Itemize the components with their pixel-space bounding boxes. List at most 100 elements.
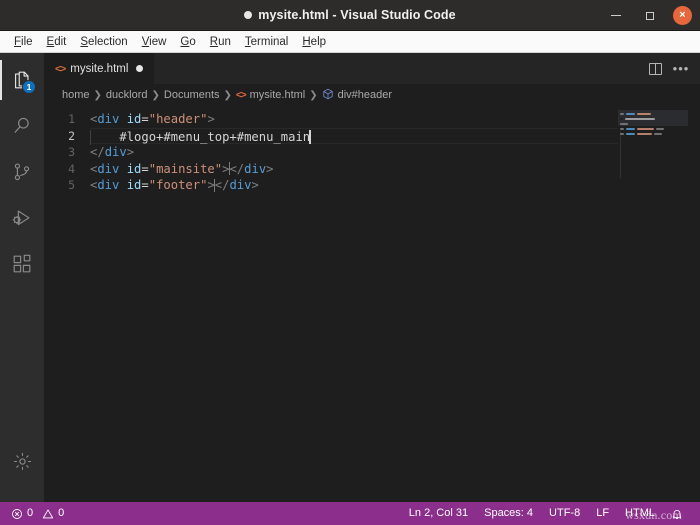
sidebar-item-source-control[interactable]: [0, 149, 44, 195]
minimap-segment: [626, 132, 635, 135]
code-token: div: [244, 161, 267, 176]
menu-go[interactable]: Go: [173, 34, 202, 50]
status-editor-position[interactable]: Ln 2, Col 31: [401, 502, 476, 525]
workbench-body: 1 <> mysite.html ••• home ❯ ducklord ❯ D…: [0, 53, 700, 502]
breadcrumb-label: div#header: [337, 89, 393, 101]
manage-settings-button[interactable]: [0, 438, 44, 484]
editor-tabs-bar: <> mysite.html •••: [44, 53, 700, 84]
breadcrumb-item-mysite-html[interactable]: <> mysite.html: [236, 89, 305, 101]
minimap-segment: [620, 117, 623, 120]
status-notifications[interactable]: [663, 502, 691, 525]
menu-view[interactable]: View: [135, 34, 174, 50]
breadcrumb-item-home[interactable]: home: [62, 89, 90, 101]
code-line[interactable]: <div id="mainsite"></div>: [90, 161, 700, 178]
sidebar-item-search[interactable]: [0, 103, 44, 149]
status-editor-eol[interactable]: LF: [588, 502, 617, 525]
code-token: div: [97, 178, 120, 192]
error-icon: [11, 508, 23, 520]
text-cursor: [309, 129, 311, 144]
code-token: div: [97, 161, 120, 176]
line-number: 4: [68, 161, 75, 176]
minimap-segment: [620, 132, 624, 135]
minimap-line: [618, 131, 688, 136]
menu-selection[interactable]: Selection: [73, 34, 134, 50]
code-line[interactable]: <div id="header">: [90, 111, 700, 128]
window-controls: ×: [605, 0, 692, 31]
code-line[interactable]: <div id="footer"></div>: [90, 177, 700, 194]
indent-guide: [90, 129, 91, 145]
breadcrumb-label: mysite.html: [249, 89, 306, 101]
search-icon: [14, 117, 29, 133]
tab-unsaved-dot[interactable]: [136, 65, 144, 72]
sidebar-item-explorer[interactable]: 1: [0, 57, 44, 103]
minimap-segment: [620, 127, 624, 130]
symbol-module-icon: [322, 88, 334, 103]
sidebar-item-extensions[interactable]: [0, 241, 44, 287]
minimap-segment: [625, 117, 655, 120]
line-number: 1: [68, 112, 75, 126]
menu-help-label: elp: [310, 35, 327, 48]
status-problems[interactable]: 0 0: [9, 502, 71, 525]
run-debug-icon: [12, 210, 30, 226]
breadcrumb-label: ducklord: [105, 89, 148, 101]
html-file-icon: <>: [235, 89, 247, 101]
minimap-indent-guide: [620, 132, 621, 178]
line-number: 3: [68, 145, 75, 159]
gear-icon: [13, 452, 31, 470]
status-editor-language[interactable]: HTML: [617, 502, 663, 525]
close-button[interactable]: ×: [673, 6, 692, 25]
menu-file-label: ile: [21, 35, 33, 48]
code-token: >: [207, 112, 215, 126]
menu-edit[interactable]: Edit: [40, 34, 74, 50]
code-token: >: [266, 161, 274, 176]
breadcrumb-separator-icon: ❯: [223, 89, 232, 101]
maximize-button[interactable]: [639, 5, 661, 27]
warning-count: 0: [58, 507, 65, 519]
minimap-segment: [626, 127, 635, 130]
menu-go-label: o: [189, 35, 196, 48]
editor-scrollbar[interactable]: [688, 106, 700, 502]
tab-mysite-html[interactable]: <> mysite.html: [44, 53, 156, 84]
status-editor-encoding[interactable]: UTF-8: [541, 502, 588, 525]
code-token: id: [126, 178, 142, 192]
status-bar-left: 0 0: [9, 502, 71, 525]
code-line[interactable]: </div>: [90, 144, 700, 161]
menu-file-mnemonic: F: [14, 35, 22, 48]
menu-edit-label: dit: [54, 35, 67, 48]
minimize-button[interactable]: [605, 5, 627, 27]
editor-group: <> mysite.html ••• home ❯ ducklord ❯ Doc…: [44, 53, 700, 502]
breadcrumb-item-documents[interactable]: Documents: [164, 89, 220, 101]
menu-run[interactable]: Run: [203, 34, 238, 50]
code-line[interactable]: #logo+#menu_top+#menu_main: [90, 127, 700, 145]
menu-terminal[interactable]: Terminal: [238, 34, 295, 50]
breadcrumb-separator-icon: ❯: [309, 89, 318, 101]
menu-help[interactable]: Help: [295, 34, 333, 50]
breadcrumb-item-div-header[interactable]: div#header: [322, 88, 392, 103]
minimap-segment: [654, 132, 662, 135]
code-editor[interactable]: 1 2 3 4 5 <div id="header"> #logo+#menu_…: [44, 106, 700, 502]
more-actions-icon: •••: [672, 60, 690, 76]
html-file-icon: <>: [55, 62, 66, 75]
minimap-segment: [637, 132, 652, 135]
status-editor-indentation[interactable]: Spaces: 4: [476, 502, 541, 525]
sidebar-item-run-and-debug[interactable]: [0, 195, 44, 241]
breadcrumb-label: home: [62, 89, 90, 101]
code-token: >: [251, 178, 259, 192]
menu-run-label: un: [218, 35, 231, 48]
menu-file[interactable]: File: [7, 34, 40, 50]
breadcrumb-item-ducklord[interactable]: ducklord: [106, 89, 148, 101]
more-actions-button[interactable]: •••: [673, 61, 689, 77]
breadcrumb-label: Documents: [163, 89, 220, 101]
bell-icon: [671, 508, 683, 520]
code-token: id: [126, 112, 142, 126]
breadcrumb-separator-icon: ❯: [151, 89, 160, 101]
code-content[interactable]: <div id="header"> #logo+#menu_top+#menu_…: [90, 106, 700, 502]
window-title-text: mysite.html - Visual Studio Code: [258, 8, 456, 22]
minimap[interactable]: [618, 106, 688, 502]
split-editor-button[interactable]: [647, 61, 663, 77]
warning-icon: [42, 508, 54, 520]
code-token: </: [214, 178, 230, 192]
minimap-segment: [656, 127, 664, 130]
close-icon: ×: [679, 9, 686, 21]
